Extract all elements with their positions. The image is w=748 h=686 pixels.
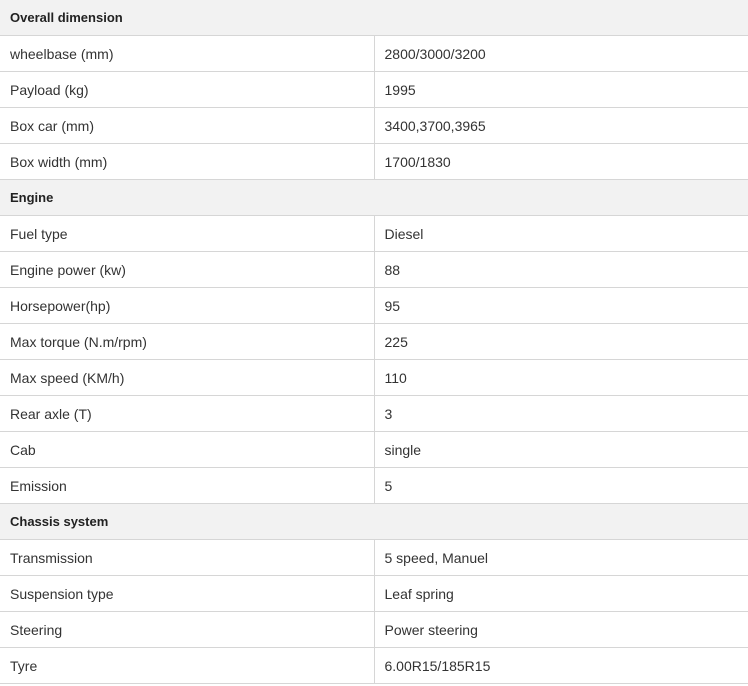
section-title: Chassis system <box>0 503 748 540</box>
table-row: Fuel type Diesel <box>0 215 748 252</box>
spec-value: 88 <box>373 251 748 288</box>
table-row: Engine power (kw) 88 <box>0 251 748 288</box>
spec-value: Power steering <box>373 611 748 648</box>
spec-label: Fuel type <box>0 215 375 252</box>
table-row: wheelbase (mm) 2800/3000/3200 <box>0 35 748 72</box>
spec-value: 95 <box>373 287 748 324</box>
spec-value: 1700/1830 <box>373 143 748 180</box>
spec-value: 110 <box>373 359 748 396</box>
spec-label: Max speed (KM/h) <box>0 359 375 396</box>
specifications-table: Overall dimension wheelbase (mm) 2800/30… <box>0 0 748 684</box>
section-header-row: Overall dimension <box>0 0 748 36</box>
spec-value: 6.00R15/185R15 <box>373 647 748 684</box>
table-row: Max torque (N.m/rpm) 225 <box>0 323 748 360</box>
spec-label: Suspension type <box>0 575 375 612</box>
spec-label: Rear axle (T) <box>0 395 375 432</box>
section-header-row: Chassis system <box>0 503 748 540</box>
spec-label: Payload (kg) <box>0 71 375 108</box>
spec-value: 2800/3000/3200 <box>373 35 748 72</box>
section-header-row: Engine <box>0 179 748 216</box>
section-title: Engine <box>0 179 748 216</box>
specifications-table-body: Overall dimension wheelbase (mm) 2800/30… <box>0 0 748 684</box>
spec-label: Box car (mm) <box>0 107 375 144</box>
spec-value: 5 <box>373 467 748 504</box>
spec-label: Steering <box>0 611 375 648</box>
spec-label: Engine power (kw) <box>0 251 375 288</box>
spec-value: 1995 <box>373 71 748 108</box>
spec-value: 225 <box>373 323 748 360</box>
spec-label: Box width (mm) <box>0 143 375 180</box>
table-row: Cab single <box>0 431 748 468</box>
spec-label: wheelbase (mm) <box>0 35 375 72</box>
table-row: Max speed (KM/h) 110 <box>0 359 748 396</box>
spec-value: 3400,3700,3965 <box>373 107 748 144</box>
section-title: Overall dimension <box>0 0 748 36</box>
table-row: Horsepower(hp) 95 <box>0 287 748 324</box>
table-row: Steering Power steering <box>0 611 748 648</box>
spec-label: Tyre <box>0 647 375 684</box>
spec-value: Diesel <box>373 215 748 252</box>
table-row: Rear axle (T) 3 <box>0 395 748 432</box>
spec-label: Cab <box>0 431 375 468</box>
spec-label: Transmission <box>0 539 375 576</box>
table-row: Box width (mm) 1700/1830 <box>0 143 748 180</box>
spec-value: single <box>373 431 748 468</box>
spec-value: Leaf spring <box>373 575 748 612</box>
spec-value: 5 speed, Manuel <box>373 539 748 576</box>
table-row: Payload (kg) 1995 <box>0 71 748 108</box>
spec-value: 3 <box>373 395 748 432</box>
spec-label: Max torque (N.m/rpm) <box>0 323 375 360</box>
table-row: Tyre 6.00R15/185R15 <box>0 647 748 684</box>
table-row: Transmission 5 speed, Manuel <box>0 539 748 576</box>
spec-label: Emission <box>0 467 375 504</box>
spec-label: Horsepower(hp) <box>0 287 375 324</box>
table-row: Suspension type Leaf spring <box>0 575 748 612</box>
table-row: Box car (mm) 3400,3700,3965 <box>0 107 748 144</box>
table-row: Emission 5 <box>0 467 748 504</box>
